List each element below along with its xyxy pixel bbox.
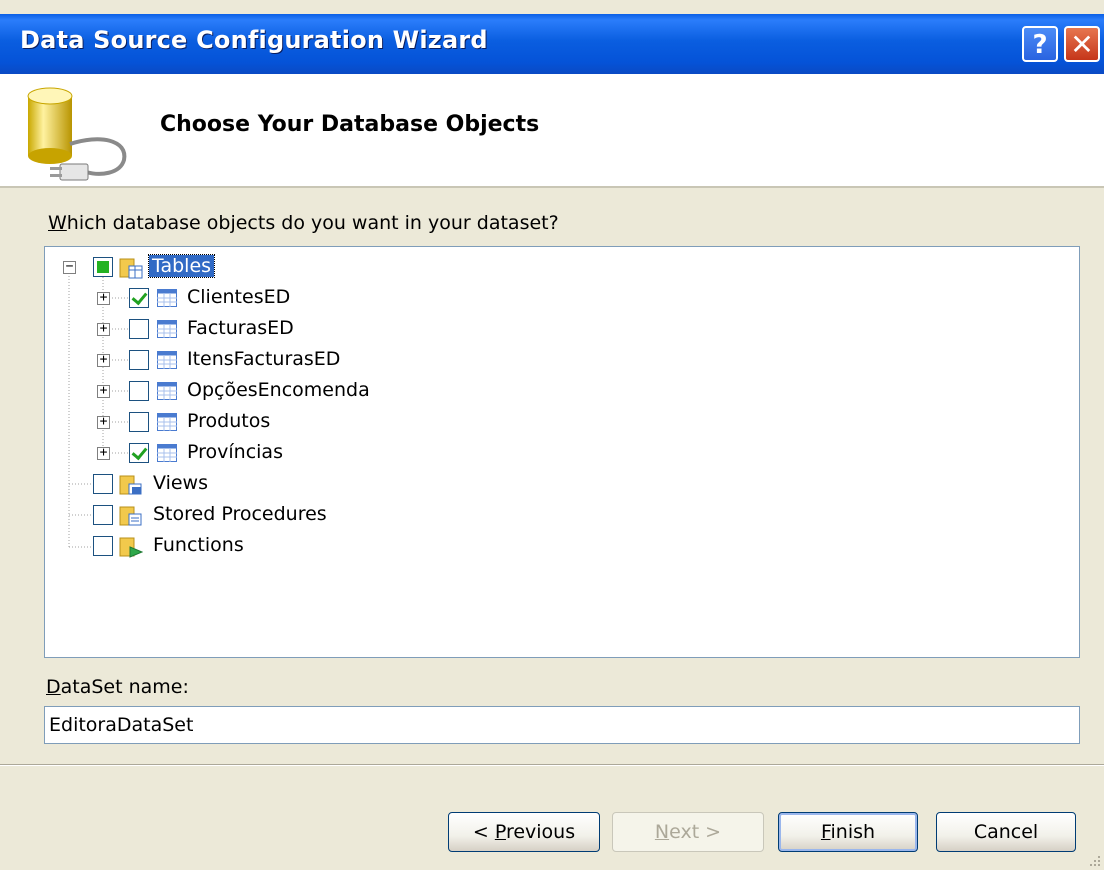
wizard-window: Data Source Configuration Wizard ? ✕ Cho… (0, 0, 1104, 870)
table-checkbox[interactable] (129, 350, 149, 370)
expand-toggle[interactable]: + (97, 322, 110, 336)
table-label: FacturasED (187, 317, 294, 339)
tree-node-views[interactable]: Views (45, 470, 1045, 500)
stored-procedures-checkbox[interactable] (93, 505, 113, 525)
views-label: Views (153, 472, 208, 494)
tree-node-functions[interactable]: Functions (45, 532, 1045, 562)
prompt-accelerator: W (48, 212, 67, 234)
stored-procedures-folder-icon (119, 506, 142, 526)
table-checkbox[interactable] (129, 319, 149, 339)
finish-accelerator: F (820, 821, 831, 843)
expand-toggle[interactable]: + (97, 415, 110, 429)
table-label: ItensFacturasED (187, 348, 341, 370)
finish-label: inish (830, 821, 876, 843)
finish-button[interactable]: Finish (778, 812, 918, 852)
tables-folder-icon (119, 258, 143, 279)
prompt-text: hich database objects do you want in you… (66, 212, 559, 234)
tree-node-table[interactable]: + ClientesED (45, 284, 1045, 314)
dataset-name-label: DataSet name: (46, 676, 189, 698)
collapse-toggle[interactable]: − (63, 260, 76, 274)
cancel-button[interactable]: Cancel (936, 812, 1076, 852)
previous-button[interactable]: < Previous (448, 812, 600, 852)
tables-checkbox[interactable] (93, 257, 113, 277)
resize-grip-icon[interactable] (1086, 852, 1102, 868)
tree-node-table[interactable]: + Produtos (45, 408, 1045, 438)
next-label: ext > (669, 821, 722, 843)
tree-node-stored-procedures[interactable]: Stored Procedures (45, 501, 1045, 531)
window-title: Data Source Configuration Wizard (20, 26, 488, 54)
table-icon (157, 382, 177, 400)
previous-label: revious (505, 821, 576, 843)
table-label: OpçõesEncomenda (187, 379, 370, 401)
tree-node-table[interactable]: + OpçõesEncomenda (45, 377, 1045, 407)
dataset-label-accelerator: D (46, 676, 61, 698)
views-folder-icon (119, 475, 142, 495)
views-checkbox[interactable] (93, 474, 113, 494)
close-button[interactable]: ✕ (1064, 26, 1100, 62)
table-label: Produtos (187, 410, 271, 432)
database-objects-tree[interactable]: − Tables + ClientesED + FacturasED + Ite… (44, 246, 1080, 658)
previous-accelerator: P (494, 821, 506, 843)
functions-folder-icon (119, 537, 143, 558)
expand-toggle[interactable]: + (97, 353, 110, 367)
previous-prefix: < (472, 821, 495, 843)
functions-checkbox[interactable] (93, 536, 113, 556)
table-checkbox[interactable] (129, 288, 149, 308)
expand-toggle[interactable]: + (97, 446, 110, 460)
next-accelerator: N (654, 821, 670, 843)
table-icon (157, 289, 177, 307)
table-icon (157, 413, 177, 431)
title-bar[interactable]: Data Source Configuration Wizard ? ✕ (0, 14, 1104, 74)
expand-toggle[interactable]: + (97, 291, 110, 305)
tree-node-tables[interactable]: − Tables (45, 253, 1045, 283)
dataset-label-text: ataSet name: (60, 676, 189, 698)
page-title: Choose Your Database Objects (160, 112, 540, 137)
stored-procedures-label: Stored Procedures (153, 503, 327, 525)
functions-label: Functions (153, 534, 244, 556)
next-button[interactable]: Next > (612, 812, 764, 852)
table-checkbox[interactable] (129, 381, 149, 401)
table-checkbox[interactable] (129, 412, 149, 432)
dataset-name-input[interactable] (44, 706, 1080, 744)
help-button[interactable]: ? (1022, 26, 1058, 62)
table-icon (157, 444, 177, 462)
tables-label: Tables (147, 254, 216, 278)
expand-toggle[interactable]: + (97, 384, 110, 398)
table-label: Províncias (187, 441, 283, 463)
objects-prompt-label: Which database objects do you want in yo… (48, 212, 559, 234)
table-icon (157, 351, 177, 369)
database-plug-icon (27, 87, 127, 181)
footer-divider (0, 764, 1104, 766)
table-label: ClientesED (187, 286, 291, 308)
tree-node-table[interactable]: + ItensFacturasED (45, 346, 1045, 376)
tree-node-table[interactable]: + FacturasED (45, 315, 1045, 345)
wizard-header: Choose Your Database Objects (0, 74, 1104, 188)
table-icon (157, 320, 177, 338)
tree-node-table[interactable]: + Províncias (45, 439, 1045, 469)
table-checkbox[interactable] (129, 443, 149, 463)
